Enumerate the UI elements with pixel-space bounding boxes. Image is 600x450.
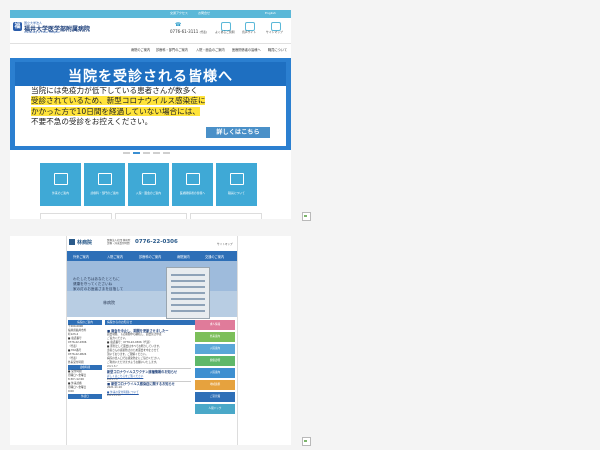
news-heading: 病院からのお知らせ	[105, 320, 195, 325]
nav-professionals[interactable]: 医療関係者の皆様へ	[232, 47, 261, 52]
broken-image-icon	[302, 437, 311, 446]
tile-staff[interactable]: 職員について	[216, 163, 257, 206]
right-banner[interactable]: 健康診断	[195, 356, 235, 366]
right-banner[interactable]: ご意見箱	[195, 392, 235, 402]
audio-site-link[interactable]: 音声サイト	[242, 30, 256, 34]
right-banner[interactable]: 入院案内	[195, 368, 235, 378]
banner-title: 当院を受診される皆様へ	[68, 69, 233, 85]
clinic-hero-image: わたしたちはあなたとともに 健康を守ってくださいね 家の灯のお医者さまを目指して 林…	[67, 261, 237, 319]
departments-icon	[98, 173, 112, 185]
banner-message: 当院には免疫力が低下している患者さんが数多く 受診されているため、新型コロナウイ…	[31, 86, 206, 126]
phone-icon: ☎	[175, 22, 182, 28]
clinic-nav-about[interactable]: 病院案内	[177, 254, 190, 259]
clinic-logo[interactable]: 林病院	[77, 239, 92, 246]
hospital-name-en: University of Fukui Hospital	[24, 31, 60, 34]
bed-icon	[142, 173, 156, 185]
outpatient-icon	[54, 173, 68, 185]
clinic-news: 病院からのお知らせ ■ 面会を中止し、期間を更新させましたー 面会制限、下記期間…	[105, 320, 195, 445]
clinic-left-sidebar: 病院のご案内 〒000-0000 福井県福井市外 町123-4 ■ 電話番号 0…	[68, 320, 102, 445]
right-banner[interactable]: 人間ドック	[195, 404, 235, 414]
covid-notice-banner[interactable]: 当院を受診される皆様へ 当院には免疫力が低下している患者さんが数多く 受診されて…	[10, 58, 291, 150]
news-date: 2021.11.30	[107, 394, 121, 397]
sub-tile-3[interactable]	[190, 213, 262, 219]
clinic-nav-departments[interactable]: 診療科のご案内	[139, 254, 161, 259]
topbar-link-access[interactable]: 交通アクセス	[170, 11, 188, 15]
nav-hospital-guide[interactable]: 病院のご案内	[131, 47, 150, 52]
right-banner-recruit[interactable]: 求人情報	[195, 320, 235, 330]
faq-link[interactable]: よくあるご質問	[215, 30, 235, 34]
tile-professionals[interactable]: 医療関係者の皆様へ	[172, 163, 213, 206]
tile-inpatient[interactable]: 入院・面会のご案内	[128, 163, 169, 206]
right-banner[interactable]: 外来案内	[195, 332, 235, 342]
slider-dot[interactable]	[123, 152, 130, 154]
hospital-logo-icon[interactable]: 福	[13, 22, 22, 31]
tile-outpatient[interactable]: 外来のご案内	[40, 163, 81, 206]
broken-image-icon	[302, 212, 311, 221]
slider-dot[interactable]	[153, 152, 160, 154]
sub-tile-2[interactable]	[115, 213, 187, 219]
hospital-building-image	[166, 267, 210, 319]
header-divider	[10, 43, 291, 44]
clinic-phone: 0776-22-0306	[135, 239, 178, 245]
hero-clinic-name: 林病院	[103, 300, 115, 305]
banner-details-button[interactable]: 詳しくはこちら	[206, 127, 270, 138]
right-banner[interactable]: 地域連携	[195, 380, 235, 390]
nav-departments[interactable]: 診療科・部門のご案内	[156, 47, 188, 52]
hero-copy: わたしたちはあなたとともに 健康を守ってくださいね 家の灯のお医者さまを目指して	[73, 277, 124, 291]
sub-tile-1[interactable]	[40, 213, 112, 219]
tile-departments[interactable]: 診療科・部門のご案内	[84, 163, 125, 206]
clinic-logo-icon[interactable]	[69, 239, 75, 245]
doctor-icon	[186, 173, 200, 185]
clinic-nav-bar: 外来ご案内 入院ご案内 診療科のご案内 病院案内 交通のご案内	[67, 251, 237, 261]
staff-icon	[230, 173, 244, 185]
topbar-link-english[interactable]: English	[265, 11, 276, 15]
slider-dot[interactable]	[163, 152, 170, 154]
hospital-screenshot: 交通アクセス お問合せ English 福 国立大学法人 福井大学医学部附属病院…	[10, 10, 291, 219]
nav-inpatient[interactable]: 入院・面会のご案内	[196, 47, 225, 52]
clinic-screenshot: 林病院 医療法人社団 林病院 診療・外来受付時間 0776-22-0306 サイト…	[10, 236, 291, 445]
phone-number: 0776-61-3111 (代表)	[170, 29, 207, 34]
clinic-nav-outpatient[interactable]: 外来ご案内	[73, 254, 89, 259]
sidebar-heading: 休診日	[68, 394, 102, 399]
slider-dot-active[interactable]	[133, 152, 140, 154]
topbar-link-contact[interactable]: お問合せ	[198, 11, 210, 15]
clinic-nav-access[interactable]: 交通のご案内	[205, 254, 224, 259]
top-utility-bar: 交通アクセス お問合せ English	[10, 10, 291, 18]
slider-dot[interactable]	[143, 152, 150, 154]
clinic-sitemap-link[interactable]: サイトマップ	[217, 242, 233, 246]
nav-staff[interactable]: 職員について	[268, 47, 287, 52]
clinic-nav-inpatient[interactable]: 入院ご案内	[107, 254, 123, 259]
right-banner[interactable]: 入院案内	[195, 344, 235, 354]
clinic-site: 林病院 医療法人社団 林病院 診療・外来受付時間 0776-22-0306 サイト…	[66, 236, 238, 445]
clinic-address: 医療法人社団 林病院 診療・外来受付時間	[107, 239, 131, 245]
sitemap-link[interactable]: サイトマップ	[266, 30, 283, 34]
